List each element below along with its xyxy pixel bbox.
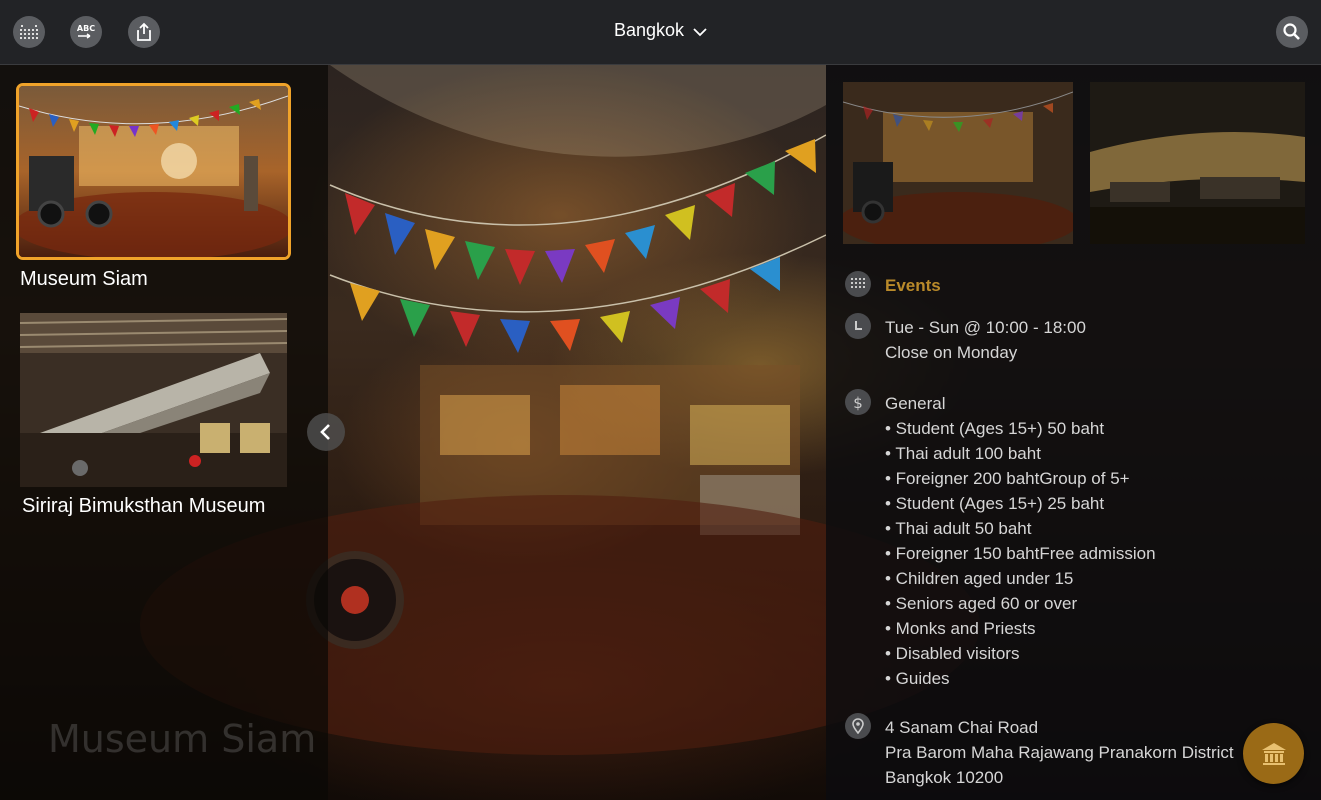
place-card-museum-siam[interactable]: Museum Siam xyxy=(16,83,291,291)
place-details: Events Tue - Sun @ 10:00 - 18:00 Close o… xyxy=(845,0,1315,800)
top-bar: ABC Bangkok xyxy=(0,0,1321,65)
location-pin-icon xyxy=(845,713,871,739)
chevron-down-icon xyxy=(693,21,707,42)
museum-fab-button[interactable] xyxy=(1243,723,1304,784)
museum-icon xyxy=(1261,742,1286,765)
clock-icon xyxy=(845,313,871,339)
hours-text: Tue - Sun @ 10:00 - 18:00 Close on Monda… xyxy=(885,318,1086,362)
address-text: 4 Sanam Chai Road Pra Barom Maha Rajawan… xyxy=(885,718,1234,787)
place-name: Siriraj Bimuksthan Museum xyxy=(22,495,266,517)
admission-fees-text: General • Student (Ages 15+) 50 baht • T… xyxy=(885,394,1156,688)
events-label: Events xyxy=(885,276,941,295)
place-card-siriraj-bimuksthan[interactable]: Siriraj Bimuksthan Museum xyxy=(20,313,295,518)
place-watermark: Museum Siam xyxy=(48,717,317,761)
place-name: Museum Siam xyxy=(20,268,148,290)
place-thumbnail xyxy=(16,83,291,260)
chevron-left-icon xyxy=(320,424,330,440)
search-icon[interactable] xyxy=(1276,16,1308,48)
city-name: Bangkok xyxy=(613,20,685,40)
city-selector[interactable]: Bangkok xyxy=(0,20,1321,42)
previous-button[interactable] xyxy=(307,413,345,451)
calendar-grid-icon xyxy=(845,271,871,297)
dollar-icon: $ xyxy=(845,389,871,415)
svg-text:$: $ xyxy=(853,394,863,411)
place-thumbnail xyxy=(20,313,287,487)
